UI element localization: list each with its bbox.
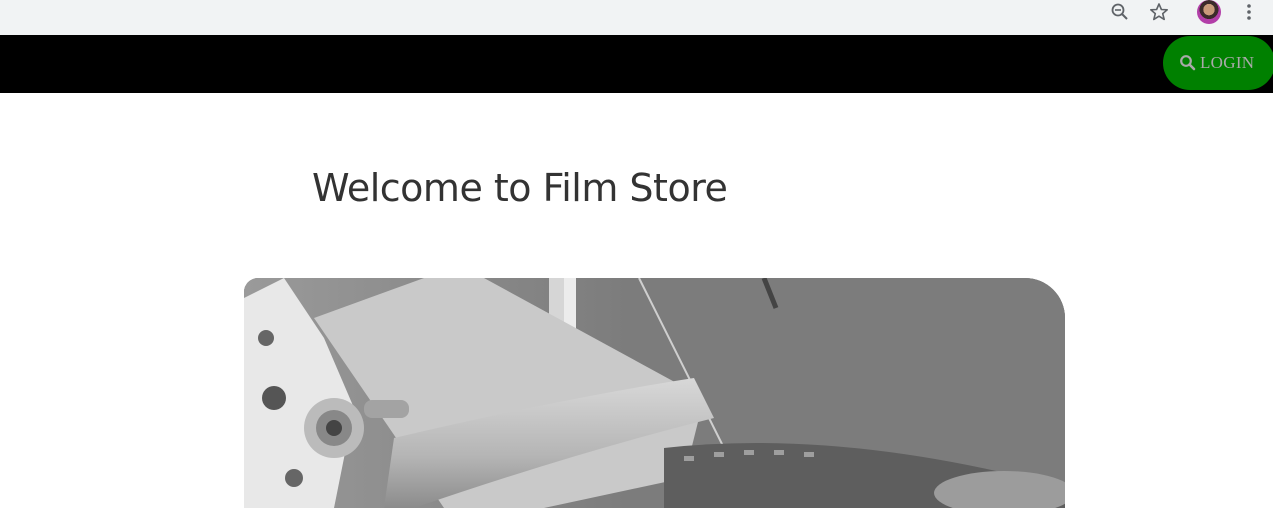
login-label: LOGIN <box>1200 53 1255 72</box>
browser-toolbar <box>0 0 1273 35</box>
address-bar[interactable] <box>0 0 1180 30</box>
profile-avatar[interactable] <box>1197 0 1221 24</box>
zoom-out-icon[interactable] <box>1108 0 1132 24</box>
page-title: Welcome to Film Store <box>312 166 728 210</box>
star-icon[interactable] <box>1147 0 1171 24</box>
search-icon <box>1179 54 1197 72</box>
more-menu-icon[interactable] <box>1238 0 1260 24</box>
login-button[interactable]: LOGIN <box>1163 36 1273 90</box>
site-navbar: LOGIN <box>0 35 1273 93</box>
film-projector-image <box>244 278 1065 508</box>
